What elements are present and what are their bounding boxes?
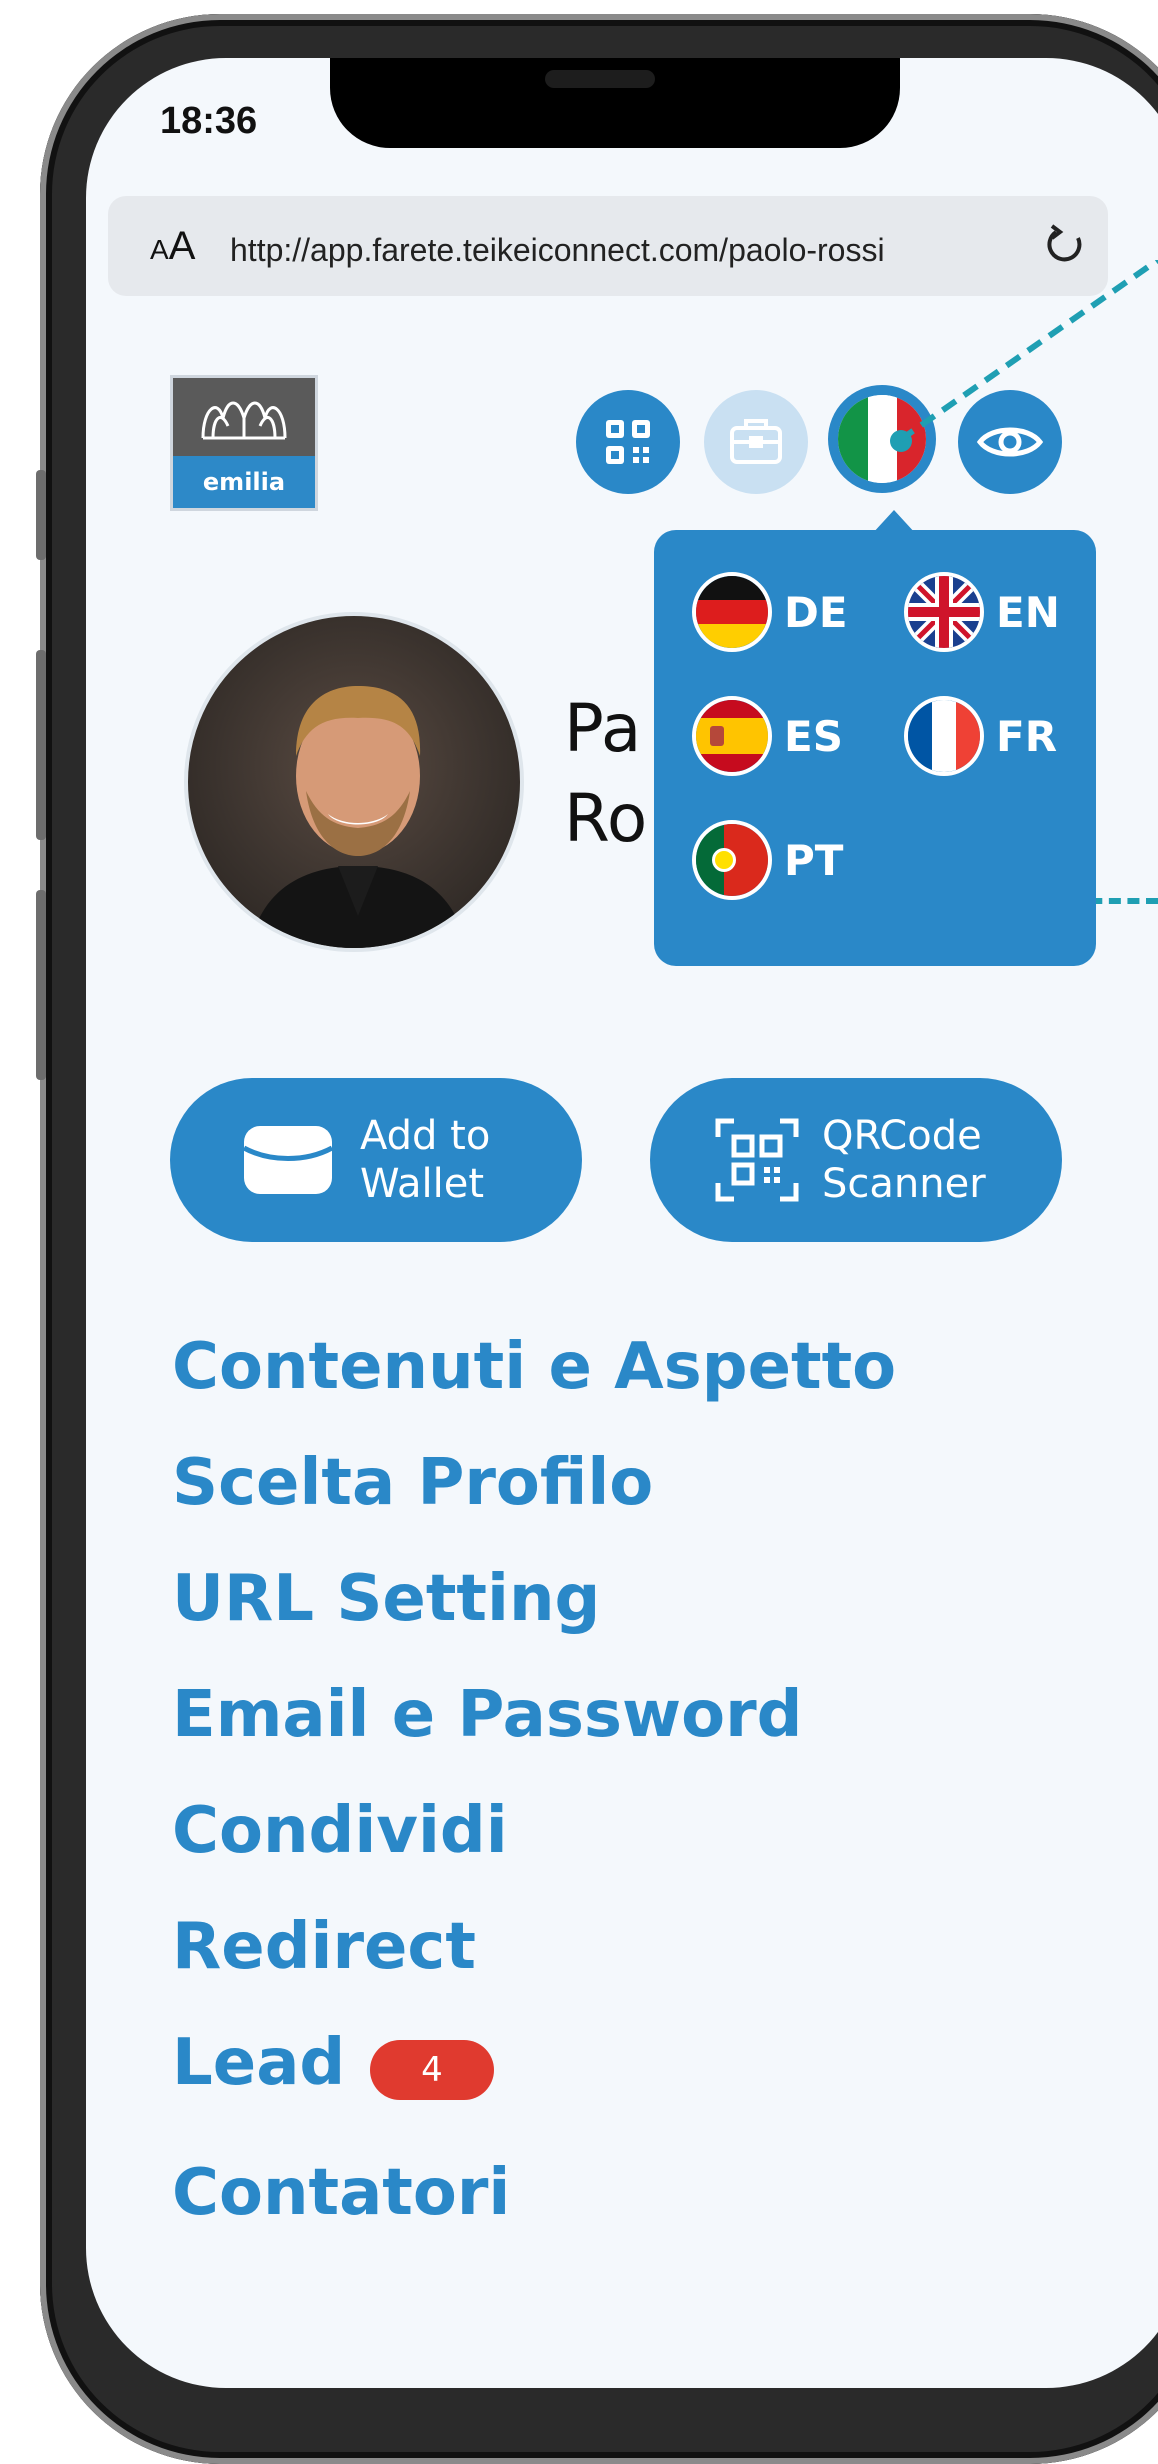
wallet-icon <box>242 1126 334 1194</box>
language-label-fr: FR <box>996 711 1058 761</box>
qr-code-icon <box>606 420 650 464</box>
qr-code-button[interactable] <box>576 390 680 494</box>
qrcode-scanner-button[interactable]: QRCode Scanner <box>650 1078 1062 1242</box>
menu-item-url-setting[interactable]: URL Setting <box>172 1562 600 1636</box>
language-option-de[interactable]: DE <box>692 572 848 652</box>
language-label-es: ES <box>784 711 843 761</box>
france-flag-icon <box>904 696 984 776</box>
language-option-es[interactable]: ES <box>692 696 843 776</box>
profile-first-name: Pa <box>564 690 642 767</box>
text-size-large-label: A <box>168 224 196 268</box>
language-label-de: DE <box>784 587 848 637</box>
wallet-label-line2: Wallet <box>360 1161 485 1207</box>
callout-line-language <box>900 260 1158 443</box>
language-label-pt: PT <box>784 835 844 885</box>
lead-count-badge: 4 <box>370 2040 494 2100</box>
menu-item-lead[interactable]: Lead <box>172 2026 345 2100</box>
scanner-label-line1: QRCode <box>822 1113 982 1159</box>
text-size-button[interactable]: AA <box>150 224 195 269</box>
portugal-flag-icon <box>692 820 772 900</box>
menu-item-contenuti-e-aspetto[interactable]: Contenuti e Aspetto <box>172 1330 896 1404</box>
spain-flag-icon <box>692 696 772 776</box>
logo-emblem-icon <box>201 401 287 440</box>
language-menu: DE EN ES FR PT <box>654 530 1096 966</box>
logo-text: emilia <box>173 456 315 508</box>
uk-flag-icon <box>904 572 984 652</box>
company-logo: emilia <box>170 375 318 511</box>
menu-item-scelta-profilo[interactable]: Scelta Profilo <box>172 1446 653 1520</box>
menu-item-redirect[interactable]: Redirect <box>172 1910 476 1984</box>
menu-item-condividi[interactable]: Condividi <box>172 1794 508 1868</box>
speaker <box>545 70 655 88</box>
germany-flag-icon <box>692 572 772 652</box>
add-to-wallet-button[interactable]: Add to Wallet <box>170 1078 582 1242</box>
profile-last-name: Ro <box>564 780 648 857</box>
volume-down-button <box>36 890 46 1080</box>
scanner-label-line2: Scanner <box>822 1161 986 1207</box>
language-option-en[interactable]: EN <box>904 572 1060 652</box>
briefcase-icon <box>730 419 782 464</box>
language-option-pt[interactable]: PT <box>692 820 843 900</box>
text-size-small-label: A <box>150 234 169 265</box>
qr-scanner-icon <box>715 1118 799 1202</box>
menu-item-contatori[interactable]: Contatori <box>172 2156 510 2230</box>
language-option-fr[interactable]: FR <box>904 696 1057 776</box>
mute-switch <box>36 470 46 560</box>
briefcase-button[interactable] <box>704 390 808 494</box>
volume-up-button <box>36 650 46 840</box>
status-time: 18:36 <box>160 100 258 142</box>
url-text[interactable]: http://app.farete.teikeiconnect.com/paol… <box>230 232 885 269</box>
wallet-label-line1: Add to <box>360 1113 491 1159</box>
language-label-en: EN <box>996 587 1060 637</box>
avatar <box>184 612 524 952</box>
menu-item-email-e-password[interactable]: Email e Password <box>172 1678 802 1752</box>
